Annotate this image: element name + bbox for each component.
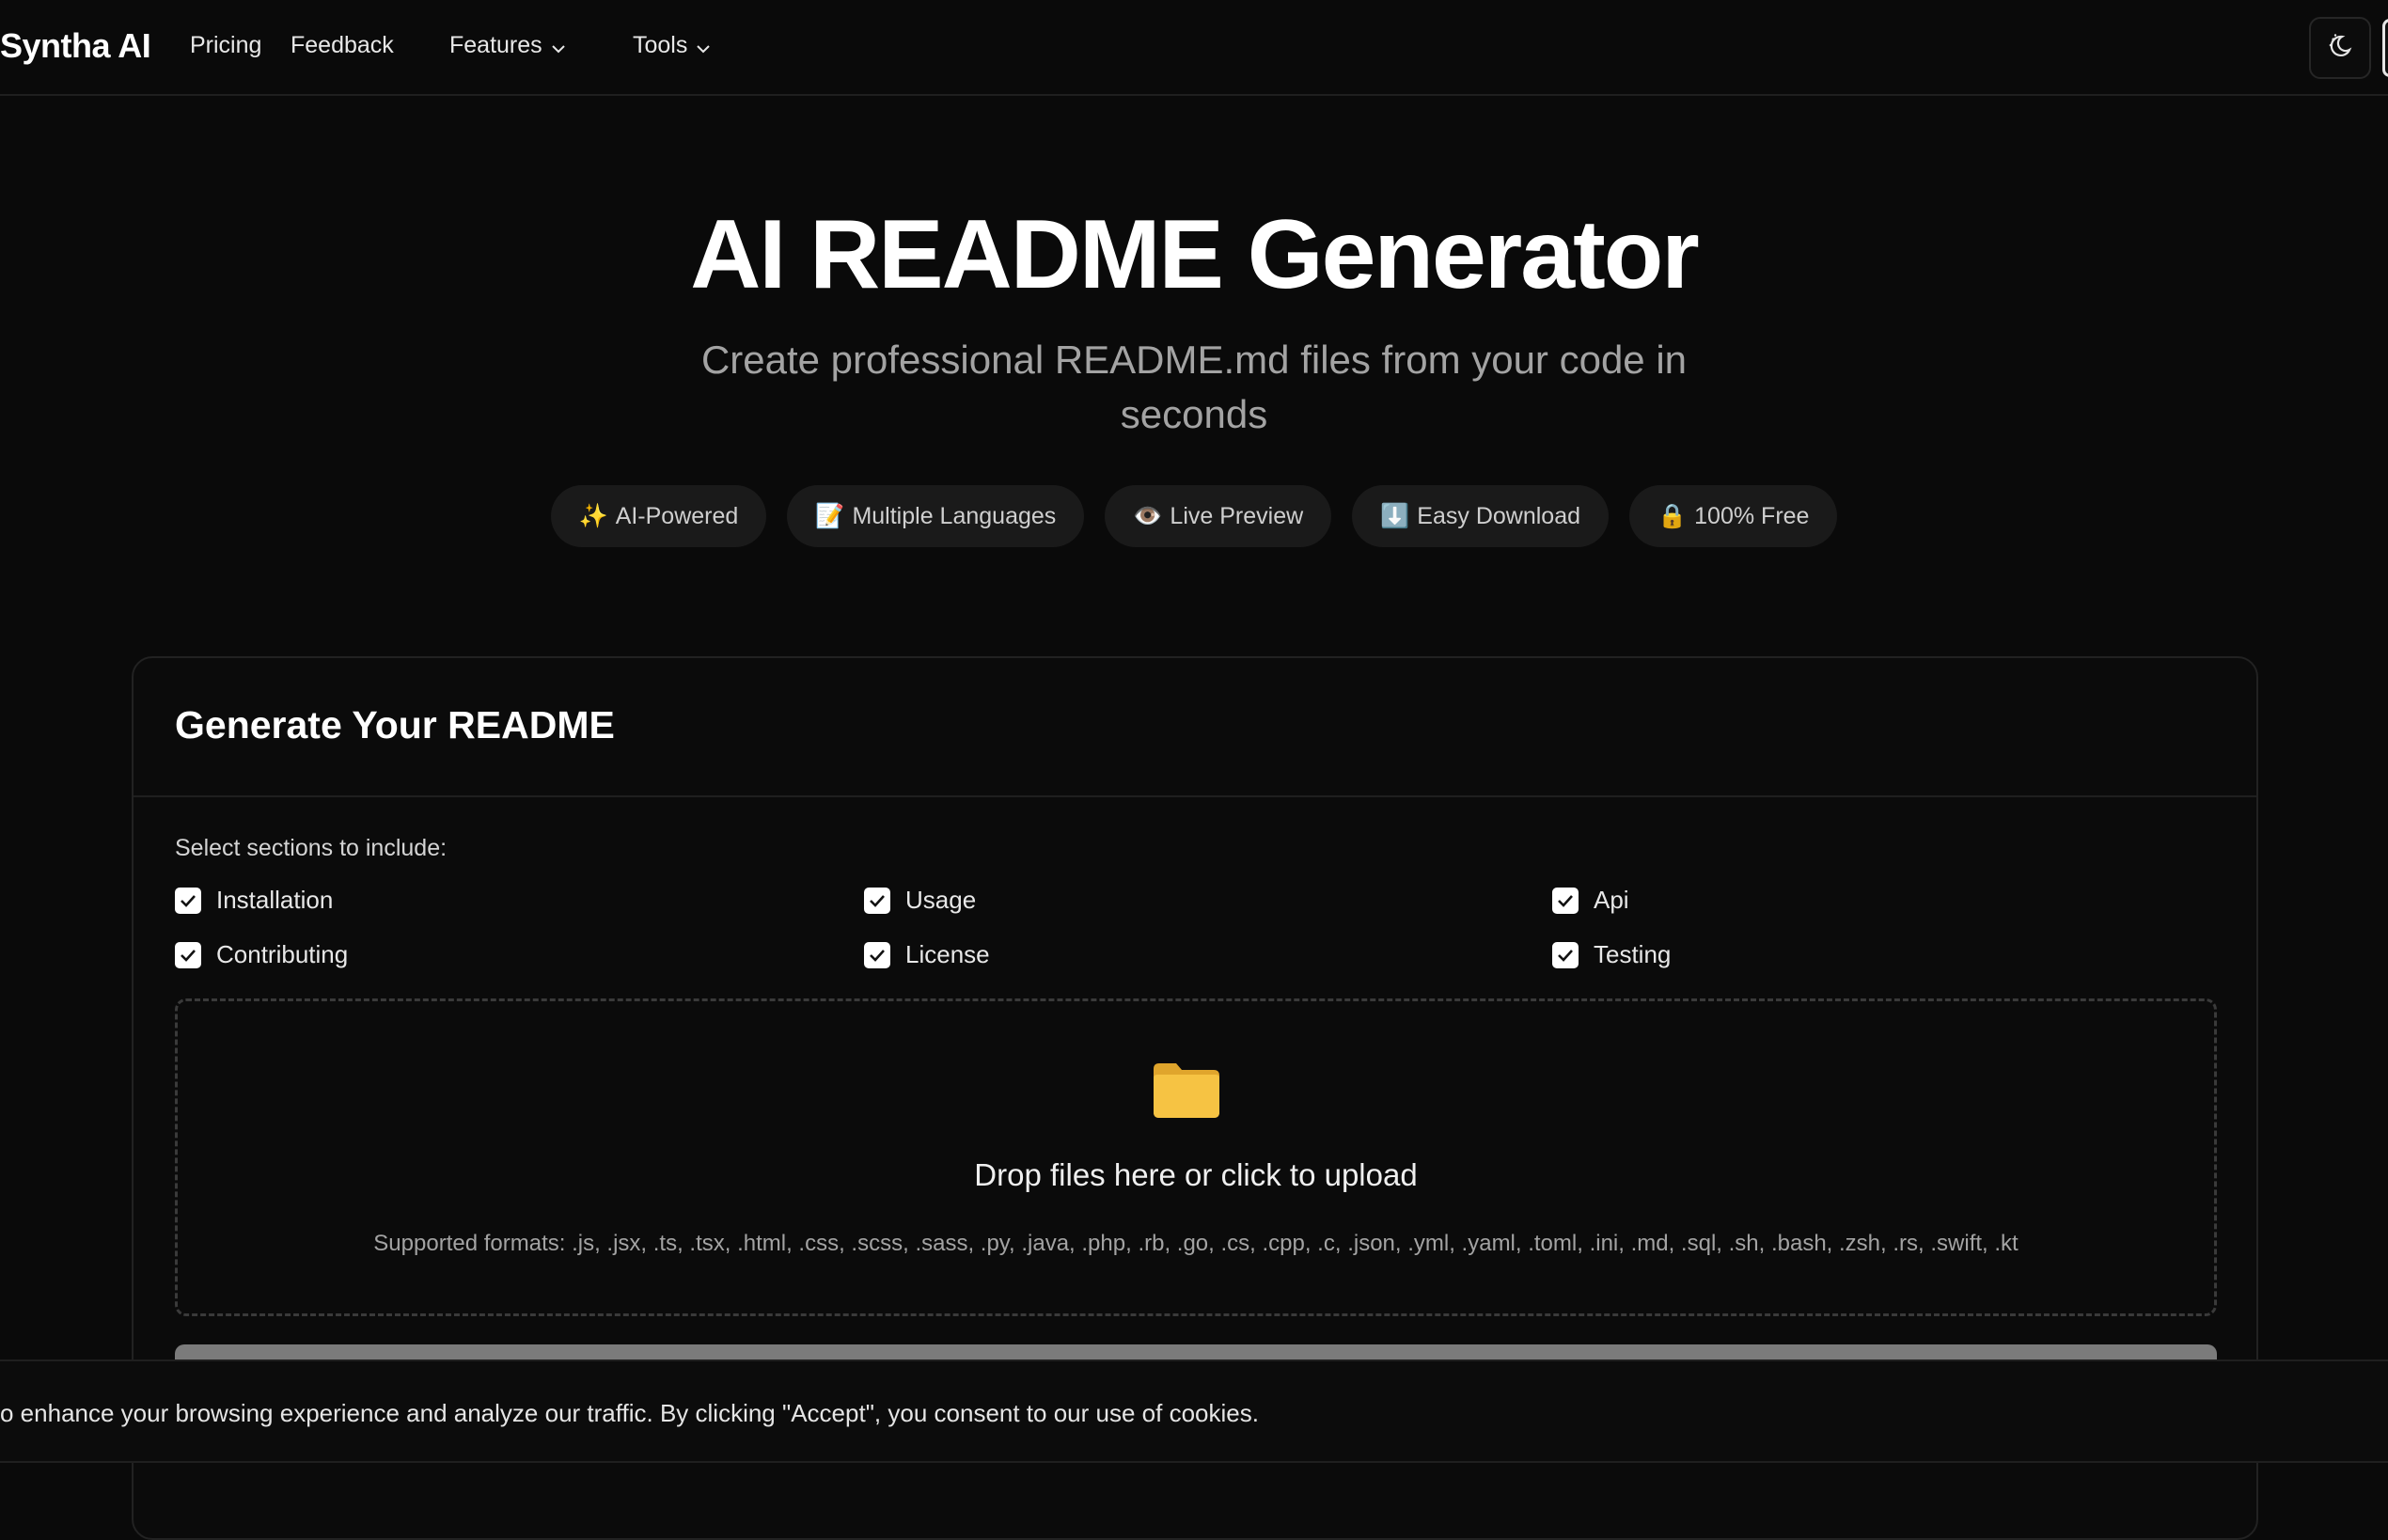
eye-icon: 👁️ [1133,502,1163,529]
check-icon [175,887,201,914]
pill-label: Multiple Languages [852,502,1057,529]
chevron-down-icon [551,33,565,60]
check-icon [864,887,890,914]
pill-label: AI-Powered [615,502,739,529]
checkbox-license[interactable]: License [864,940,990,969]
nav-dropdown-tools[interactable]: Tools [633,32,711,60]
pill-label: Live Preview [1170,502,1304,529]
pill-ai-powered: ✨ AI-Powered [550,485,767,547]
pill-label: Easy Download [1417,502,1581,529]
page-subtitle: Create professional README.md files from… [700,338,1688,436]
pill-multiple-languages: 📝 Multiple Languages [787,485,1085,547]
checkbox-testing[interactable]: Testing [1552,940,1671,969]
nav-link-pricing[interactable]: Pricing [190,32,261,59]
file-dropzone[interactable]: Drop files here or click to upload Suppo… [175,998,2217,1316]
nav-dropdown-features[interactable]: Features [449,32,565,60]
check-icon [1552,887,1579,914]
nav-dropdown-features-label: Features [449,32,542,58]
sections-label: Select sections to include: [175,835,448,861]
cookie-message: o enhance your browsing experience and a… [0,1399,1259,1427]
pill-free: 🔒 100% Free [1629,485,1838,547]
folder-icon [1152,1060,1221,1120]
pill-live-preview: 👁️ Live Preview [1105,485,1332,547]
menu-button[interactable] [2382,19,2388,77]
checkbox-installation[interactable]: Installation [175,886,333,915]
check-icon [175,941,201,968]
nav-dropdown-tools-label: Tools [633,32,688,58]
check-icon [864,941,890,968]
memo-icon: 📝 [815,502,845,529]
card-header: Generate Your README [134,658,2256,797]
download-arrow-icon: ⬇️ [1380,502,1410,529]
dropzone-title: Drop files here or click to upload [974,1157,1418,1192]
checkbox-label: Installation [216,886,334,914]
checkbox-label: Api [1594,886,1629,914]
checkbox-usage[interactable]: Usage [864,886,976,915]
checkbox-contributing[interactable]: Contributing [175,940,348,969]
pill-easy-download: ⬇️ Easy Download [1352,485,1610,547]
checkbox-label: Contributing [216,940,349,968]
feature-pills: ✨ AI-Powered 📝 Multiple Languages 👁️ Liv… [0,485,2388,547]
page-title: AI README Generator [690,200,1700,309]
checkbox-label: Testing [1594,940,1672,968]
lock-icon: 🔒 [1657,502,1688,529]
supported-formats: Supported formats: .js, .jsx, .ts, .tsx,… [373,1231,2019,1256]
checkbox-api[interactable]: Api [1552,886,1629,915]
nav-link-feedback[interactable]: Feedback [291,32,394,59]
check-icon [1552,941,1579,968]
checkbox-label: License [905,940,990,968]
sparkles-icon: ✨ [578,502,608,529]
moon-sun-icon [2326,32,2354,65]
cookie-banner: o enhance your browsing experience and a… [0,1359,2388,1463]
brand-logo[interactable]: Syntha AI [0,26,151,66]
chevron-down-icon [697,33,711,60]
checkbox-label: Usage [905,886,977,914]
theme-toggle-button[interactable] [2309,17,2371,79]
pill-label: 100% Free [1694,502,1810,529]
card-title: Generate Your README [175,703,615,746]
top-navbar: Syntha AI Pricing Feedback Features Tool… [0,0,2388,96]
